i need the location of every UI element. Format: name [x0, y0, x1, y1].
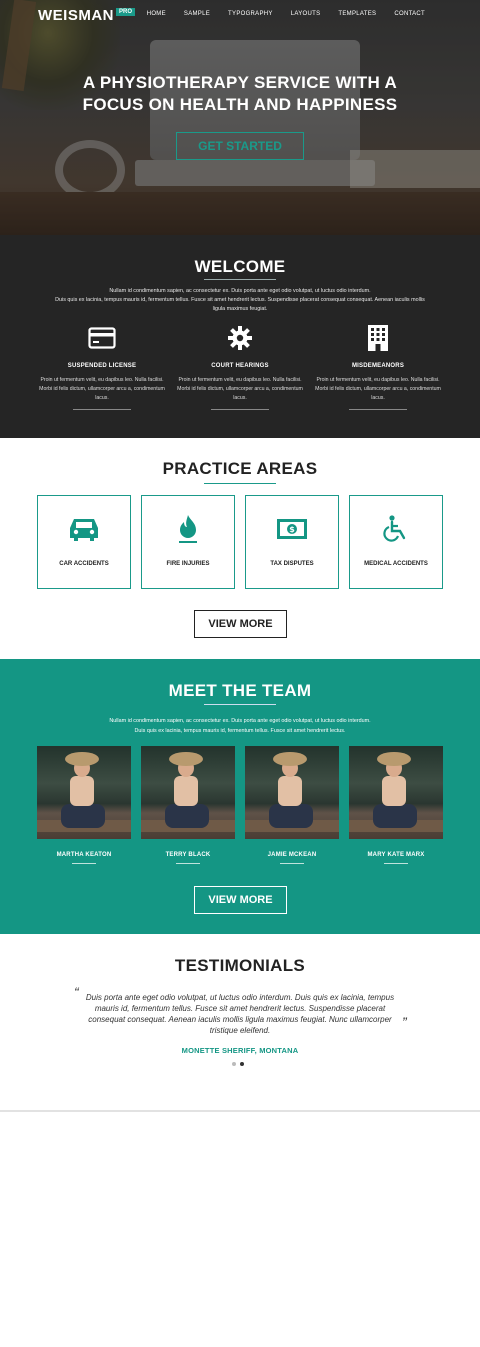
feature-title: MISDEMEANORS — [351, 363, 405, 369]
team-member-card[interactable]: MARTHA KEATON — [37, 746, 131, 864]
welcome-intro-line2: Duis quis ex lacinia, tempus mauris id, … — [55, 297, 425, 303]
welcome-intro: Nullam id condimentum sapien, ac consect… — [30, 287, 450, 314]
practice-card-fire-injuries[interactable]: FIRE INJURIES — [141, 495, 235, 589]
building-icon — [313, 325, 443, 351]
feature-description: Proin ut fermentum velit, eu dapibus leo… — [39, 377, 165, 401]
welcome-intro-line1: Nullam id condimentum sapien, ac consect… — [109, 288, 371, 294]
hero-headline-line1: A PHYSIOTHERAPY SERVICE WITH A — [82, 73, 398, 92]
pagination-dot[interactable] — [232, 1062, 236, 1066]
team-member-divider — [280, 863, 304, 864]
footer-divider — [0, 1110, 480, 1112]
team-member-name: MARY KATE MARX — [367, 852, 425, 858]
svg-text:$: $ — [289, 525, 295, 534]
practice-card-label: TAX DISPUTES — [270, 561, 314, 567]
feature-title: COURT HEARINGS — [211, 363, 269, 369]
quote-close-icon: ” — [402, 1014, 407, 1030]
money-icon: $ — [276, 514, 308, 544]
team-intro-line1: Nullam id condimentum sapien, ac consect… — [109, 718, 371, 724]
welcome-divider — [204, 279, 276, 280]
team-member-card[interactable]: MARY KATE MARX — [349, 746, 443, 864]
team-divider — [204, 704, 276, 705]
testimonial-author: MONETTE SHERIFF, MONTANA — [181, 1046, 299, 1055]
wheelchair-icon — [383, 514, 409, 544]
site-logo[interactable]: WEISMAN PRO — [38, 7, 136, 24]
feature-divider — [73, 409, 131, 410]
team-member-card[interactable]: JAMIE MCKEAN — [245, 746, 339, 864]
car-icon — [68, 514, 100, 544]
testimonials-section: TESTIMONIALS “ Duis porta ante eget odio… — [0, 934, 480, 1112]
practice-card-car-accidents[interactable]: CAR ACCIDENTS — [37, 495, 131, 589]
feature-court-hearings: COURT HEARINGS Proin ut fermentum velit,… — [175, 325, 305, 410]
practice-divider — [204, 483, 276, 484]
welcome-section: WELCOME Nullam id condimentum sapien, ac… — [0, 235, 480, 438]
quote-open-icon: “ — [74, 984, 79, 1000]
hero-headline-line2: FOCUS ON HEALTH AND HAPPINESS — [82, 95, 398, 114]
hero-section: WEISMAN PRO HOME SAMPLE TYPOGRAPHY LAYOUT… — [0, 0, 480, 235]
practice-card-medical-accidents[interactable]: MEDICAL ACCIDENTS — [349, 495, 443, 589]
nav-sample[interactable]: SAMPLE — [175, 11, 219, 17]
feature-description: Proin ut fermentum velit, eu dapibus leo… — [315, 377, 441, 401]
testimonial-quote: Duis porta ante eget odio volutpat, ut l… — [85, 993, 395, 1035]
team-member-name: JAMIE MCKEAN — [267, 852, 317, 858]
logo-badge: PRO — [116, 8, 136, 16]
team-member-photo — [37, 746, 131, 839]
team-member-divider — [176, 863, 200, 864]
team-member-photo — [141, 746, 235, 839]
team-member-photo — [245, 746, 339, 839]
feature-misdemeanors: MISDEMEANORS Proin ut fermentum velit, e… — [313, 325, 443, 410]
hero-headline: A PHYSIOTHERAPY SERVICE WITH A FOCUS ON … — [0, 72, 480, 116]
testimonials-title: TESTIMONIALS — [174, 956, 306, 975]
team-view-more-button[interactable]: VIEW MORE — [194, 886, 287, 914]
nav-typography[interactable]: TYPOGRAPHY — [219, 11, 282, 17]
practice-card-tax-disputes[interactable]: $ TAX DISPUTES — [245, 495, 339, 589]
team-title: MEET THE TEAM — [168, 681, 312, 700]
feature-divider — [211, 409, 269, 410]
logo-text: WEISMAN — [38, 7, 114, 24]
team-member-photo — [349, 746, 443, 839]
welcome-title: WELCOME — [194, 257, 286, 276]
team-member-name: TERRY BLACK — [165, 852, 211, 858]
get-started-button[interactable]: GET STARTED — [176, 132, 304, 160]
testimonial-pagination — [232, 1062, 244, 1066]
pagination-dot-active[interactable] — [240, 1062, 244, 1066]
main-nav: HOME SAMPLE TYPOGRAPHY LAYOUTS TEMPLATES… — [138, 11, 434, 17]
credit-card-icon — [37, 325, 167, 351]
team-section: MEET THE TEAM Nullam id condimentum sapi… — [0, 659, 480, 934]
nav-layouts[interactable]: LAYOUTS — [282, 11, 330, 17]
practice-card-label: MEDICAL ACCIDENTS — [364, 561, 428, 567]
team-intro-line2: Duis quis ex lacinia, tempus mauris id, … — [134, 728, 346, 734]
gear-icon — [175, 325, 305, 351]
practice-card-label: CAR ACCIDENTS — [59, 561, 109, 567]
feature-description: Proin ut fermentum velit, eu dapibus leo… — [177, 377, 303, 401]
feature-divider — [349, 409, 407, 410]
team-member-name: MARTHA KEATON — [56, 852, 112, 858]
practice-view-more-button[interactable]: VIEW MORE — [194, 610, 287, 638]
practice-title: PRACTICE AREAS — [162, 459, 318, 478]
hero-overlay — [0, 0, 480, 235]
fire-icon — [177, 514, 199, 544]
feature-title: SUSPENDED LICENSE — [67, 363, 137, 369]
welcome-intro-line3: ligula maximus feugiat. — [212, 306, 268, 312]
nav-templates[interactable]: TEMPLATES — [329, 11, 385, 17]
nav-contact[interactable]: CONTACT — [385, 11, 434, 17]
team-intro: Nullam id condimentum sapien, ac consect… — [30, 716, 450, 736]
team-member-card[interactable]: TERRY BLACK — [141, 746, 235, 864]
nav-home[interactable]: HOME — [138, 11, 175, 17]
practice-card-label: FIRE INJURIES — [166, 561, 210, 567]
team-member-divider — [384, 863, 408, 864]
team-member-divider — [72, 863, 96, 864]
practice-areas-section: PRACTICE AREAS CAR ACCIDENTS FIRE INJURI… — [0, 438, 480, 659]
feature-suspended-license: SUSPENDED LICENSE Proin ut fermentum vel… — [37, 325, 167, 410]
